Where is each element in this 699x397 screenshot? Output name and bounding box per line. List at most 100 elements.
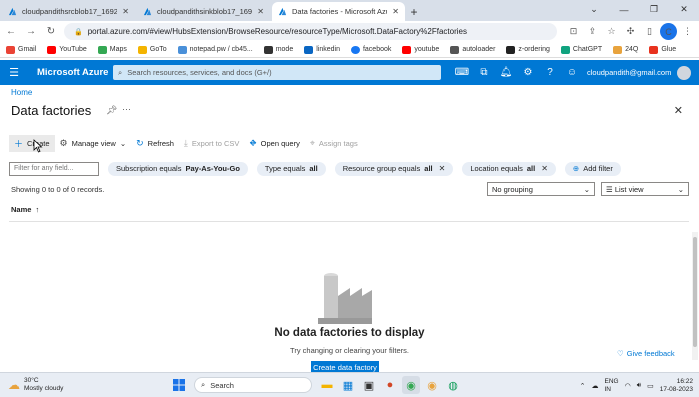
cloud-shell-icon[interactable]: ⌨: [453, 63, 471, 83]
chevron-down-icon[interactable]: ⌄: [579, 0, 609, 19]
column-header-name[interactable]: Name ↑: [11, 205, 39, 214]
bookmark-linkedin[interactable]: linkedin: [304, 45, 340, 54]
close-icon[interactable]: ✕: [257, 7, 264, 16]
directory-filter-icon[interactable]: ⧉: [475, 63, 493, 83]
bookmark-maps[interactable]: Maps: [97, 45, 127, 54]
battery-icon[interactable]: ▭: [647, 382, 654, 390]
more-options-icon[interactable]: ···: [122, 104, 131, 114]
bookmark-notepad[interactable]: notepad.pw / cb45...: [177, 45, 253, 54]
browser-tab-1[interactable]: cloudpandithsrcblob17_16922688 ✕: [2, 2, 135, 21]
volume-icon[interactable]: 🔊︎: [637, 382, 641, 390]
gear-icon: ⚙: [59, 138, 68, 148]
bookmark-autoloader[interactable]: autoloader: [450, 45, 495, 54]
minimize-icon[interactable]: —: [609, 0, 639, 19]
back-icon[interactable]: ←: [2, 23, 20, 41]
breadcrumb-home[interactable]: Home: [11, 88, 32, 97]
file-explorer-icon[interactable]: ▬: [318, 376, 336, 394]
windows-start-icon[interactable]: [170, 376, 188, 394]
create-button[interactable]: ＋ Create: [9, 135, 55, 152]
sort-ascending-icon: ↑: [35, 205, 40, 214]
refresh-label: Refresh: [147, 139, 174, 148]
new-tab-button[interactable]: +: [405, 2, 423, 21]
filter-label: Type equals: [264, 164, 306, 173]
open-query-button[interactable]: ⛖ Open query: [244, 135, 304, 152]
bookmark-goto[interactable]: GoTo: [137, 45, 167, 54]
refresh-button[interactable]: ↻ Refresh: [131, 135, 179, 152]
close-icon[interactable]: ✕: [674, 104, 683, 117]
bookmark-chatgpt[interactable]: ChatGPT: [560, 45, 602, 54]
hamburger-menu-icon[interactable]: ☰: [0, 66, 28, 79]
linkedin-icon: [304, 45, 314, 54]
cloud-icon[interactable]: ☁: [592, 382, 599, 390]
close-icon[interactable]: ✕: [122, 7, 129, 16]
taskbar-search[interactable]: ⌕ Search: [194, 377, 312, 393]
close-icon[interactable]: ✕: [392, 7, 399, 16]
export-csv-button[interactable]: ⤓ Export to CSV: [179, 135, 245, 152]
bookmark-z-ordering[interactable]: z-ordering: [506, 45, 550, 54]
grouping-dropdown[interactable]: No grouping ⌄: [487, 182, 595, 196]
extensions-icon[interactable]: ✣: [622, 23, 639, 40]
azure-search-input[interactable]: ⌕ Search resources, services, and docs (…: [113, 65, 441, 80]
filter-pill-resource-group[interactable]: Resource group equals all ✕: [334, 161, 454, 176]
notifications-icon[interactable]: 🔔︎: [497, 63, 515, 83]
star-icon[interactable]: ☆: [603, 23, 620, 40]
browser-tab-strip: cloudpandithsrcblob17_16922688 ✕ cloudpa…: [0, 0, 699, 21]
manage-view-button[interactable]: ⚙ Manage view ⌄: [55, 135, 132, 152]
wifi-icon[interactable]: ◠: [625, 382, 631, 390]
azure-brand[interactable]: Microsoft Azure: [37, 67, 111, 78]
browser-icon[interactable]: ◉: [423, 376, 441, 394]
bookmark-youtube-2[interactable]: youtube: [402, 45, 439, 54]
powerpoint-icon[interactable]: ●: [381, 376, 399, 394]
bookmark-24q[interactable]: 24Q: [613, 45, 638, 54]
menu-icon[interactable]: ⋮: [679, 23, 696, 40]
close-window-icon[interactable]: ✕: [669, 0, 699, 19]
chrome-icon[interactable]: ◉: [402, 376, 420, 394]
chevron-up-icon[interactable]: ⌃: [580, 382, 586, 390]
remove-filter-icon[interactable]: ✕: [541, 164, 548, 173]
app-icon[interactable]: ▣: [360, 376, 378, 394]
lock-icon[interactable]: 🔒: [74, 28, 83, 36]
maximize-icon[interactable]: ❐: [639, 0, 669, 19]
pin-icon[interactable]: 📌︎: [106, 105, 117, 116]
assign-tags-button[interactable]: ⌖ Assign tags: [305, 135, 363, 152]
store-icon[interactable]: ▦: [339, 376, 357, 394]
bookmark-gmail[interactable]: Gmail: [6, 45, 36, 54]
bookmark-glue[interactable]: Glue: [649, 45, 676, 54]
export-csv-label: Export to CSV: [191, 139, 240, 148]
address-bar[interactable]: 🔒 portal.azure.com/#view/HubsExtension/B…: [64, 23, 557, 40]
bookmark-youtube[interactable]: YouTube: [47, 45, 87, 54]
feedback-icon[interactable]: ☺: [563, 63, 581, 83]
facebook-icon: [350, 45, 360, 54]
vertical-scrollbar[interactable]: [692, 232, 698, 360]
weather-widget[interactable]: ☁ 30°C Mostly cloudy: [8, 377, 158, 393]
install-app-icon[interactable]: ⊡: [565, 23, 582, 40]
share-icon[interactable]: ⇪: [584, 23, 601, 40]
forward-icon[interactable]: →: [22, 23, 40, 41]
browser-tab-active[interactable]: Data factories - Microsoft Azure ✕: [272, 2, 405, 21]
view-dropdown[interactable]: ☰ List view ⌄: [601, 182, 689, 196]
browser-tab-2[interactable]: cloudpandithsinkblob17_1692269 ✕: [137, 2, 270, 21]
filter-pill-type[interactable]: Type equals all: [256, 161, 326, 176]
bookmark-mode[interactable]: mode: [263, 45, 293, 54]
user-avatar[interactable]: [677, 65, 692, 80]
remove-filter-icon[interactable]: ✕: [439, 164, 446, 173]
help-icon[interactable]: ?: [541, 63, 559, 83]
user-email[interactable]: cloudpandith@gmail.com: [587, 68, 671, 77]
add-filter-button[interactable]: ⊕ Add filter: [564, 161, 621, 176]
taskbar-search-label: Search: [210, 380, 234, 390]
youtube-icon: [402, 45, 412, 54]
reload-icon[interactable]: ↻: [42, 23, 60, 41]
profile-avatar[interactable]: C: [660, 23, 677, 40]
edge-icon[interactable]: ◍: [444, 376, 462, 394]
give-feedback-link[interactable]: ♡ Give feedback: [617, 349, 675, 358]
bookmark-facebook[interactable]: facebook: [350, 45, 391, 54]
settings-gear-icon[interactable]: ⚙: [519, 63, 537, 83]
language-indicator[interactable]: ENG IN: [605, 378, 619, 394]
sidebar-icon[interactable]: ▯: [641, 23, 658, 40]
filter-pill-subscription[interactable]: Subscription equals Pay-As-You-Go: [108, 161, 248, 176]
clock[interactable]: 16:22 17-08-2023: [660, 378, 693, 394]
create-data-factory-button[interactable]: Create data factory: [311, 361, 379, 372]
filter-pill-location[interactable]: Location equals all ✕: [462, 161, 556, 176]
search-icon: ⌕: [118, 67, 123, 77]
filter-input[interactable]: Filter for any field...: [9, 161, 99, 176]
